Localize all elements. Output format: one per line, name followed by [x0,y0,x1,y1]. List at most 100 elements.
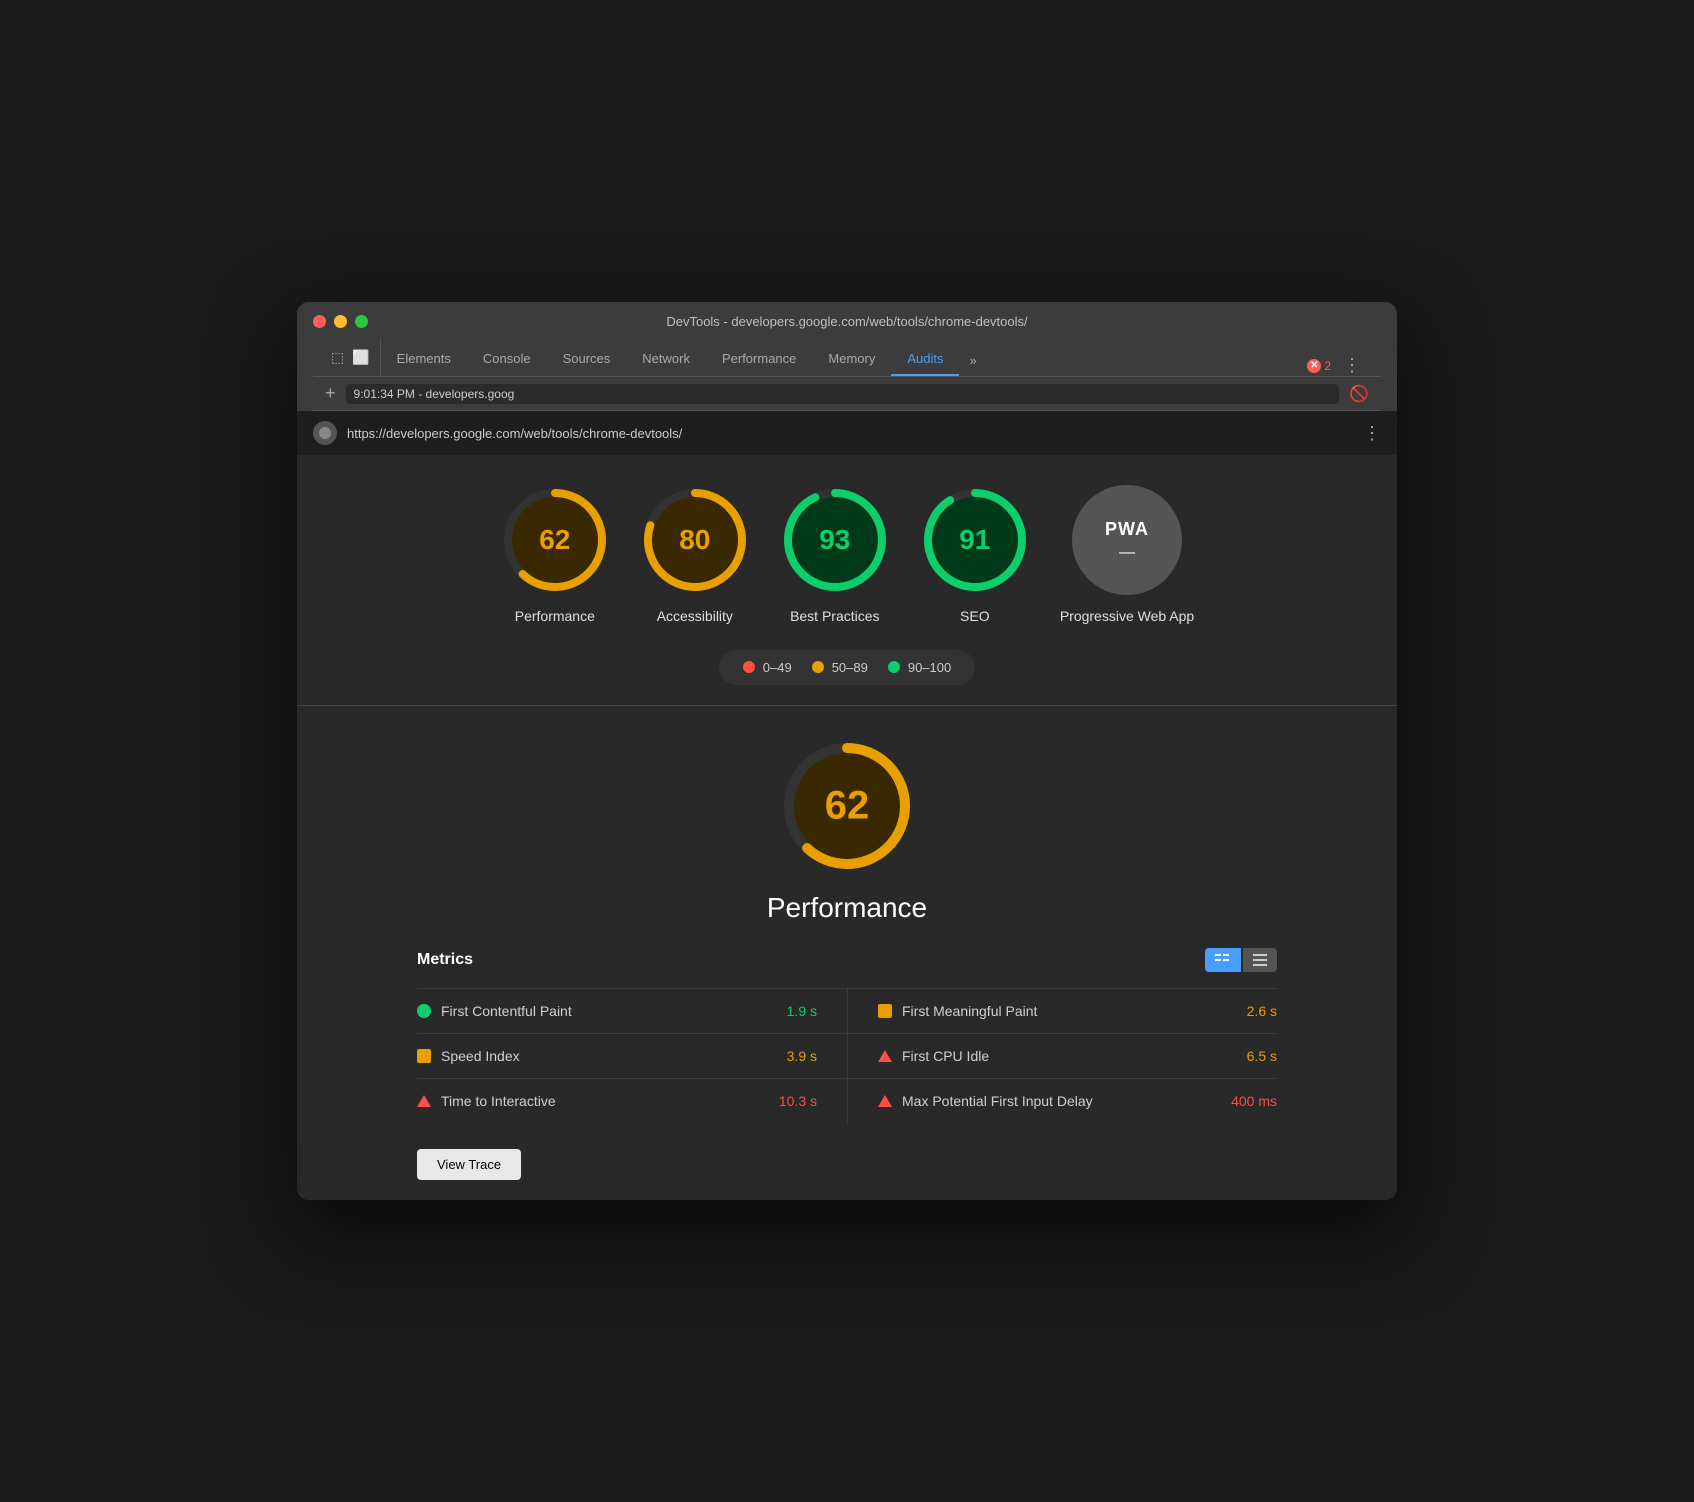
no-throttling-button[interactable]: 🚫 [1349,384,1369,404]
legend-item-average: 50–89 [812,660,868,675]
score-item-performance[interactable]: 62 Performance [500,485,610,625]
view-trace-button[interactable]: View Trace [417,1149,521,1180]
window-controls [313,315,368,328]
best-practices-score: 93 [819,524,850,556]
tab-list: Elements Console Sources Network Perform… [381,343,1300,376]
tab-memory[interactable]: Memory [812,343,891,376]
metric-value-tti: 10.3 s [779,1093,817,1109]
metric-name-fcp: First Contentful Paint [441,1003,777,1019]
legend-item-fail: 0–49 [743,660,792,675]
legend-range-fail: 0–49 [763,660,792,675]
legend-range-average: 50–89 [832,660,868,675]
metric-first-cpu-idle: First CPU Idle 6.5 s [847,1033,1277,1078]
lighthouse-url-left: https://developers.google.com/web/tools/… [313,421,682,445]
score-item-pwa[interactable]: PWA — Progressive Web App [1060,485,1194,625]
seo-circle: 91 [920,485,1030,595]
pwa-label: PWA [1105,519,1149,540]
pwa-circle: PWA — [1072,485,1182,595]
pwa-dash: — [1119,544,1135,562]
best-practices-circle: 93 [780,485,890,595]
legend-item-pass: 90–100 [888,660,951,675]
metrics-section: Metrics [397,948,1297,1123]
perf-big-title: Performance [767,892,927,924]
metric-value-fci: 6.5 s [1247,1048,1277,1064]
more-tabs-button[interactable]: » [959,345,986,376]
tab-sources[interactable]: Sources [547,343,627,376]
metric-value-fcp: 1.9 s [787,1003,817,1019]
cursor-icon[interactable]: ⬚ [329,347,346,368]
pwa-category-label: Progressive Web App [1060,607,1194,625]
metric-value-mpfid: 400 ms [1231,1093,1277,1109]
error-count: 2 [1324,359,1331,373]
performance-score: 62 [539,524,570,556]
metric-icon-mpfid [878,1095,892,1107]
tab-toolbar: ⬚ ⬜ [321,339,381,376]
toggle-list-view[interactable] [1243,948,1277,972]
tab-audits[interactable]: Audits [891,343,959,376]
devtools-tab-bar: ⬚ ⬜ Elements Console Sources Network Per… [313,339,1381,377]
browser-window: DevTools - developers.google.com/web/too… [297,302,1397,1199]
minimize-button[interactable] [334,315,347,328]
devtools-menu-button[interactable]: ⋮ [1339,355,1365,376]
accessibility-label: Accessibility [657,607,733,625]
score-item-accessibility[interactable]: 80 Accessibility [640,485,750,625]
tab-elements[interactable]: Elements [381,343,467,376]
score-item-seo[interactable]: 91 SEO [920,485,1030,625]
metric-name-fmp: First Meaningful Paint [902,1003,1237,1019]
metrics-title: Metrics [417,951,473,969]
metric-name-fci: First CPU Idle [902,1048,1237,1064]
metric-name-mpfid: Max Potential First Input Delay [902,1093,1221,1109]
seo-label: SEO [960,607,990,625]
seo-score: 91 [959,524,990,556]
legend-dot-average [812,661,824,673]
new-tab-button[interactable]: + [325,383,336,404]
performance-circle: 62 [500,485,610,595]
legend-dot-pass [888,661,900,673]
legend-range-pass: 90–100 [908,660,951,675]
view-more-container: View Trace [397,1123,1297,1180]
metric-max-potential-fid: Max Potential First Input Delay 400 ms [847,1078,1277,1123]
score-legend: 0–49 50–89 90–100 [719,650,975,685]
window-title: DevTools - developers.google.com/web/too… [666,314,1027,329]
legend-dot-fail [743,661,755,673]
metric-icon-fmp [878,1004,892,1018]
tab-right-controls: ✕ 2 ⋮ [1299,355,1373,376]
score-circles: 62 Performance 80 Accessibility [500,485,1194,625]
audited-url: https://developers.google.com/web/tools/… [347,426,682,441]
metrics-header: Metrics [417,948,1277,972]
toggle-grid-view[interactable] [1205,948,1241,972]
maximize-button[interactable] [355,315,368,328]
lighthouse-menu-button[interactable]: ⋮ [1363,423,1381,444]
url-input[interactable] [346,384,1340,404]
metrics-toggle [1205,948,1277,972]
perf-score-big-circle: 62 [777,736,917,876]
score-item-best-practices[interactable]: 93 Best Practices [780,485,890,625]
metric-name-si: Speed Index [441,1048,777,1064]
metric-first-contentful-paint: First Contentful Paint 1.9 s [417,988,847,1033]
error-badge[interactable]: ✕ 2 [1307,359,1331,373]
metric-value-si: 3.9 s [787,1048,817,1064]
performance-label: Performance [515,607,595,625]
accessibility-score: 80 [679,524,710,556]
scores-section: 62 Performance 80 Accessibility [297,455,1397,704]
metric-first-meaningful-paint: First Meaningful Paint 2.6 s [847,988,1277,1033]
tab-console[interactable]: Console [467,343,547,376]
metrics-grid: First Contentful Paint 1.9 s First Meani… [417,988,1277,1123]
metric-icon-fci [878,1050,892,1062]
metric-icon-fcp [417,1004,431,1018]
mobile-icon[interactable]: ⬜ [350,347,371,368]
metric-value-fmp: 2.6 s [1247,1003,1277,1019]
best-practices-label: Best Practices [790,607,879,625]
perf-big-score: 62 [825,783,870,828]
metric-speed-index: Speed Index 3.9 s [417,1033,847,1078]
lighthouse-url-bar: https://developers.google.com/web/tools/… [297,411,1397,455]
url-bar: + 🚫 [313,377,1381,411]
metric-icon-tti [417,1095,431,1107]
tab-network[interactable]: Network [626,343,706,376]
close-button[interactable] [313,315,326,328]
accessibility-circle: 80 [640,485,750,595]
title-bar: DevTools - developers.google.com/web/too… [297,302,1397,411]
error-circle: ✕ [1307,359,1321,373]
tab-performance[interactable]: Performance [706,343,812,376]
metric-icon-si [417,1049,431,1063]
